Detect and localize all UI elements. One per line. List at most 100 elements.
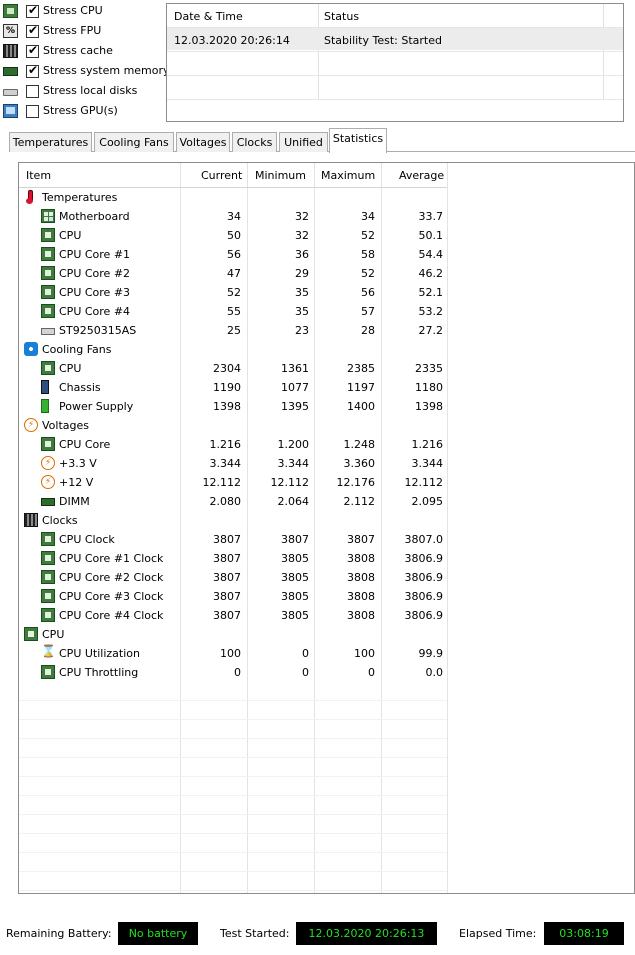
log-header-datetime[interactable]: Date & Time	[174, 10, 243, 23]
group-row[interactable]: Cooling Fans	[19, 340, 447, 359]
log-header-status[interactable]: Status	[324, 10, 359, 23]
tab-temperatures[interactable]: Temperatures	[9, 132, 92, 152]
table-row[interactable]: CPU Core #4 55 35 57 53.2	[19, 302, 447, 321]
stress-disks-label: Stress local disks	[43, 84, 138, 97]
tab-clocks[interactable]: Clocks	[232, 132, 277, 152]
table-row[interactable]: Power Supply 1398 1395 1400 1398	[19, 397, 447, 416]
table-row[interactable]: CPU Clock 3807 3807 3807 3807.0	[19, 530, 447, 549]
tab-cooling-fans[interactable]: Cooling Fans	[94, 132, 174, 152]
header-current[interactable]: Current	[201, 169, 242, 182]
minimum-value: 3805	[281, 609, 309, 622]
header-minimum[interactable]: Minimum	[255, 169, 306, 182]
table-row[interactable]: DIMM 2.080 2.064 2.112 2.095	[19, 492, 447, 511]
row-name: CPU Utilization	[59, 647, 140, 660]
stress-fpu-option[interactable]: % ✔ Stress FPU	[0, 21, 165, 41]
voltage-icon: ⚡	[41, 475, 55, 489]
empty-row-line	[19, 776, 447, 777]
minimum-value: 1361	[281, 362, 309, 375]
chassis-icon	[41, 380, 49, 394]
group-label: Cooling Fans	[42, 343, 112, 356]
log-header: Date & Time Status	[167, 4, 623, 26]
group-row[interactable]: CPU	[19, 625, 447, 644]
table-row[interactable]: Motherboard 34 32 34 33.7	[19, 207, 447, 226]
status-log[interactable]: Date & Time Status 12.03.2020 20:26:14 S…	[166, 3, 624, 122]
maximum-value: 3808	[347, 590, 375, 603]
table-row[interactable]: CPU Core #2 Clock 3807 3805 3808 3806.9	[19, 568, 447, 587]
row-name: ST9250315AS	[59, 324, 137, 337]
maximum-value: 28	[361, 324, 375, 337]
row-name: CPU Core #4 Clock	[59, 609, 164, 622]
maximum-value: 52	[361, 229, 375, 242]
table-row[interactable]: CPU Core #3 52 35 56 52.1	[19, 283, 447, 302]
stress-cache-option[interactable]: ✔ Stress cache	[0, 41, 165, 61]
row-name: CPU	[59, 229, 82, 242]
maximum-value: 3808	[347, 571, 375, 584]
header-item[interactable]: Item	[26, 169, 51, 182]
table-row[interactable]: ST9250315AS 25 23 28 27.2	[19, 321, 447, 340]
header-maximum[interactable]: Maximum	[321, 169, 375, 182]
current-value: 0	[234, 666, 241, 679]
table-row[interactable]: CPU Core #1 Clock 3807 3805 3808 3806.9	[19, 549, 447, 568]
fpu-icon: %	[3, 24, 18, 38]
maximum-value: 12.176	[336, 476, 376, 489]
log-row[interactable]: 12.03.2020 20:26:14 Stability Test: Star…	[167, 28, 623, 50]
group-row[interactable]: Clocks	[19, 511, 447, 530]
current-value: 3807	[213, 533, 241, 546]
stress-cpu-option[interactable]: ✔ Stress CPU	[0, 1, 165, 21]
minimum-value: 0	[302, 666, 309, 679]
row-name: CPU	[59, 362, 82, 375]
thermometer-icon	[24, 190, 34, 204]
group-row[interactable]: ⚡ Voltages	[19, 416, 447, 435]
table-row[interactable]: CPU Utilization 100 0 100 99.9	[19, 644, 447, 663]
maximum-value: 58	[361, 248, 375, 261]
memory-icon	[3, 67, 18, 76]
table-row[interactable]: CPU Core #2 47 29 52 46.2	[19, 264, 447, 283]
table-row[interactable]: ⚡ +12 V 12.112 12.112 12.176 12.112	[19, 473, 447, 492]
empty-row-line	[19, 700, 447, 701]
average-value: 52.1	[418, 286, 444, 299]
minimum-value: 29	[295, 267, 309, 280]
current-value: 55	[227, 305, 241, 318]
table-row[interactable]: CPU Core #4 Clock 3807 3805 3808 3806.9	[19, 606, 447, 625]
maximum-value: 0	[368, 666, 375, 679]
empty-row-line	[19, 871, 447, 872]
test-started-label: Test Started:	[220, 927, 290, 940]
table-row[interactable]: CPU Core #1 56 36 58 54.4	[19, 245, 447, 264]
minimum-value: 32	[295, 229, 309, 242]
cpu-chip-icon	[41, 247, 55, 261]
table-row[interactable]: CPU 2304 1361 2385 2335	[19, 359, 447, 378]
tab-unified[interactable]: Unified	[279, 132, 328, 152]
cpu-chip-icon	[41, 551, 55, 565]
group-label: CPU	[42, 628, 65, 641]
tab-voltages[interactable]: Voltages	[176, 132, 230, 152]
group-row[interactable]: Temperatures	[19, 188, 447, 207]
stress-fpu-checkbox[interactable]: ✔	[26, 23, 39, 38]
table-row[interactable]: Chassis 1190 1077 1197 1180	[19, 378, 447, 397]
checkmark-icon: ✔	[28, 43, 39, 57]
group-label: Voltages	[42, 419, 89, 432]
empty-row-line	[19, 852, 447, 853]
table-row[interactable]: CPU Core 1.216 1.200 1.248 1.216	[19, 435, 447, 454]
voltage-icon: ⚡	[24, 418, 38, 432]
stress-gpu-checkbox[interactable]	[26, 105, 39, 118]
table-row[interactable]: CPU 50 32 52 50.1	[19, 226, 447, 245]
table-row[interactable]: ⚡ +3.3 V 3.344 3.344 3.360 3.344	[19, 454, 447, 473]
statistics-table[interactable]: Item Current Minimum Maximum Average Tem…	[18, 162, 635, 894]
maximum-value: 34	[361, 210, 375, 223]
current-value: 47	[227, 267, 241, 280]
cpu-chip-icon	[41, 228, 55, 242]
table-row[interactable]: CPU Throttling 0 0 0 0.0	[19, 663, 447, 682]
stress-disks-checkbox[interactable]	[26, 85, 39, 98]
stress-cpu-checkbox[interactable]: ✔	[26, 3, 39, 18]
maximum-value: 1197	[347, 381, 375, 394]
row-name: CPU Core #4	[59, 305, 131, 318]
table-row[interactable]: CPU Core #3 Clock 3807 3805 3808 3806.9	[19, 587, 447, 606]
stress-memory-checkbox[interactable]: ✔	[26, 63, 39, 78]
stress-gpu-option[interactable]: Stress GPU(s)	[0, 101, 165, 121]
stress-memory-option[interactable]: ✔ Stress system memory	[0, 61, 170, 81]
stress-disks-option[interactable]: Stress local disks	[0, 81, 165, 101]
header-average[interactable]: Average	[399, 169, 444, 182]
empty-row-line	[19, 890, 447, 891]
tab-statistics[interactable]: Statistics	[329, 128, 387, 153]
stress-cache-checkbox[interactable]: ✔	[26, 43, 39, 58]
